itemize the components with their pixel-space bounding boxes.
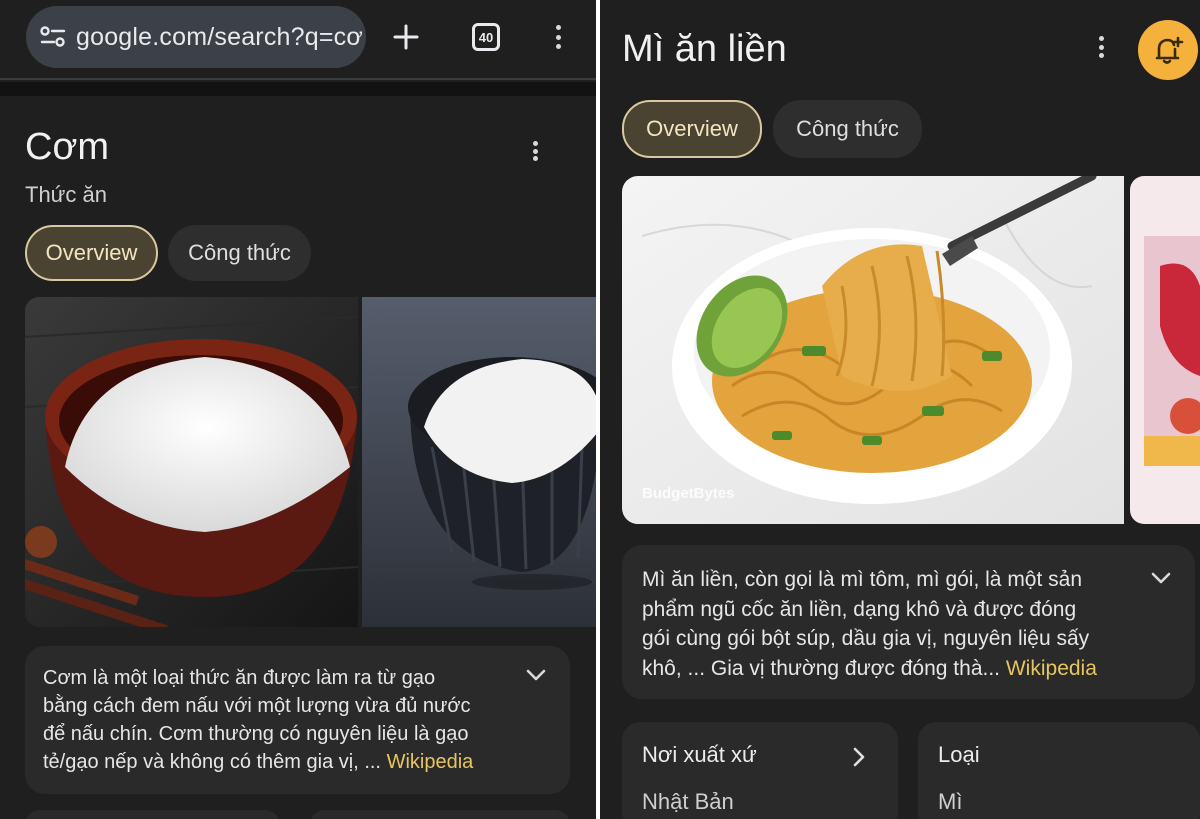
knowledge-subtitle: Thức ăn	[25, 182, 107, 207]
wikipedia-link[interactable]: Wikipedia	[387, 751, 474, 773]
add-alert-icon	[1155, 36, 1184, 64]
tab-switcher-button[interactable]: 40	[466, 14, 506, 60]
wikipedia-link[interactable]: Wikipedia	[1006, 657, 1097, 680]
tab-cong-thuc[interactable]: Công thức	[773, 100, 922, 158]
add-alert-button[interactable]	[1138, 20, 1198, 80]
url-text[interactable]: google.com/search?q=cơ	[76, 23, 363, 52]
description-line: tẻ/gạo nếp và không có thêm gia vị, ...	[43, 751, 381, 773]
description-line: gói cùng gói bột súp, dầu gia vị, nguyên…	[642, 627, 1090, 650]
info-value-type: Mì	[938, 789, 963, 814]
browser-toolbar: google.com/search?q=cơ 40	[0, 0, 596, 80]
info-card-origin[interactable]: Nơi xuất xứ Nhật Bản	[622, 722, 898, 819]
expand-more-icon[interactable]	[525, 668, 547, 682]
info-card-type: Loại Mì	[918, 722, 1200, 819]
rice-bowl-image-2[interactable]	[362, 297, 596, 627]
tab-overview[interactable]: Overview	[25, 225, 158, 281]
tab-switcher-icon: 40	[472, 23, 500, 51]
left-screenshot-panel: google.com/search?q=cơ 40 Cơm Thức ăn Ov…	[0, 0, 596, 819]
more-vert-icon	[554, 25, 562, 49]
description-line: khô, ... Gia vị thường được đóng thà...	[642, 656, 1001, 680]
knowledge-title: Mì ăn liền	[622, 28, 787, 70]
image-watermark: BudgetBytes	[642, 485, 735, 502]
description-line: để nấu chín. Cơm thường có nguyên liệu l…	[43, 723, 469, 745]
info-label-origin: Nơi xuất xứ	[642, 742, 757, 767]
address-bar[interactable]: google.com/search?q=cơ	[26, 6, 366, 68]
description-line: bằng cách đem nấu với một lượng vừa đủ n…	[43, 695, 471, 717]
description-line: Mì ăn liền, còn gọi là mì tôm, mì gói, l…	[642, 568, 1083, 591]
more-vert-icon[interactable]	[1097, 36, 1105, 58]
noodle-bowl-illustration: BudgetBytes	[622, 176, 1124, 524]
description-text: Mì ăn liền, còn gọi là mì tôm, mì gói, l…	[642, 565, 1152, 683]
tab-overview[interactable]: Overview	[622, 100, 762, 158]
description-card: Mì ăn liền, còn gọi là mì tôm, mì gói, l…	[622, 545, 1195, 699]
description-card: Cơm là một loại thức ăn được làm ra từ g…	[25, 646, 570, 794]
instant-noodles-package-image[interactable]	[1130, 176, 1200, 524]
info-card-partial-2	[310, 810, 570, 819]
new-tab-button[interactable]	[386, 14, 426, 60]
instant-noodles-image[interactable]: BudgetBytes	[622, 176, 1124, 524]
rice-bowl-illustration	[25, 297, 358, 627]
new-tab-icon	[393, 24, 419, 50]
rice-bowl-illustration-2	[362, 297, 596, 627]
rice-bowl-image[interactable]	[25, 297, 358, 627]
page-info-icon[interactable]	[40, 26, 66, 48]
right-screenshot-panel: Mì ăn liền Overview Công thức BudgetByte…	[600, 0, 1200, 819]
info-label-type: Loại	[938, 742, 980, 767]
expand-more-icon[interactable]	[1150, 571, 1172, 585]
info-value-origin: Nhật Bản	[642, 789, 734, 814]
description-line: Cơm là một loại thức ăn được làm ra từ g…	[43, 667, 436, 689]
chevron-right-icon	[853, 747, 865, 767]
more-vert-icon[interactable]	[531, 141, 539, 161]
toolbar-shadow	[0, 82, 596, 96]
tab-cong-thuc[interactable]: Công thức	[168, 225, 311, 281]
knowledge-title: Cơm	[25, 126, 110, 168]
description-text: Cơm là một loại thức ăn được làm ra từ g…	[43, 664, 523, 776]
description-line: phẩm ngũ cốc ăn liền, dạng khô và được đ…	[642, 597, 1077, 621]
browser-menu-button[interactable]	[548, 14, 568, 60]
info-card-partial	[25, 810, 280, 819]
noodle-package-illustration	[1130, 176, 1200, 524]
